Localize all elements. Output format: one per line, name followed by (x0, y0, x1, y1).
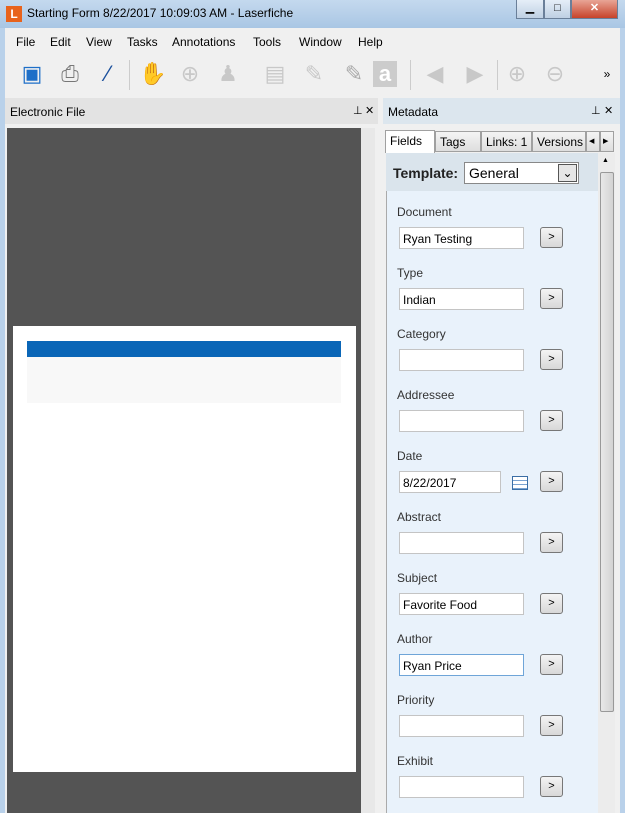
add-icon[interactable]: ⊕ (502, 59, 532, 89)
pan-hand-icon[interactable]: ✋ (138, 59, 168, 89)
highlighter-icon[interactable]: ✎ (299, 59, 329, 89)
toolbar-separator (497, 60, 498, 90)
subject-field[interactable]: Favorite Food (399, 593, 524, 615)
abstract-label: Abstract (397, 510, 442, 524)
menu-file[interactable]: File (16, 35, 35, 49)
pin-icon[interactable]: ⊥ (353, 104, 363, 117)
menu-tools[interactable]: Tools (253, 35, 281, 49)
toolbar-separator (129, 60, 130, 90)
close-panel-icon[interactable]: ✕ (604, 104, 613, 117)
subject-label: Subject (397, 571, 438, 585)
exhibit-label: Exhibit (397, 754, 434, 768)
minimize-button[interactable]: ▁ (516, 0, 544, 19)
tab-scroll-right-icon[interactable]: ▶ (600, 131, 614, 152)
tab-scroll-left-icon[interactable]: ◀ (586, 131, 600, 152)
subject-options-button[interactable]: > (540, 593, 563, 614)
maximize-button[interactable]: □ (544, 0, 571, 19)
tab-fields[interactable]: Fields (385, 130, 435, 153)
calendar-icon[interactable] (512, 476, 528, 490)
scrollbar-thumb[interactable] (600, 172, 614, 712)
form-section (27, 357, 341, 403)
page-icon[interactable]: ▤ (260, 59, 290, 89)
pen-icon[interactable]: ✎ (339, 59, 369, 89)
tab-versions[interactable]: Versions (532, 131, 586, 152)
addressee-options-button[interactable]: > (540, 410, 563, 431)
type-options-button[interactable]: > (540, 288, 563, 309)
type-field[interactable]: Indian (399, 288, 524, 310)
document-field[interactable]: Ryan Testing (399, 227, 524, 249)
category-field[interactable] (399, 349, 524, 371)
menu-edit[interactable]: Edit (50, 35, 71, 49)
priority-label: Priority (397, 693, 435, 707)
metadata-tabs: Fields Tags Links: 1 Versions ◀ ▶ (385, 130, 615, 153)
form-header-bar (27, 341, 341, 357)
menu-annotations[interactable]: Annotations (172, 35, 235, 49)
date-label: Date (397, 449, 423, 463)
toolbar: ▣ ⎙ ⁄ ✋ ⊕ ♟ ▤ ✎ ✎ a ◀ ▶ ⊕ ⊖ » (5, 54, 620, 94)
author-options-button[interactable]: > (540, 654, 563, 675)
viewer-scrollbar[interactable] (361, 128, 375, 813)
menu-window[interactable]: Window (299, 35, 342, 49)
author-field[interactable]: Ryan Price (399, 654, 524, 676)
previous-icon[interactable]: ◀ (420, 59, 450, 89)
toolbar-overflow-button[interactable]: » (600, 59, 614, 89)
addressee-field[interactable] (399, 410, 524, 432)
tab-links[interactable]: Links: 1 (481, 131, 532, 152)
tab-tags[interactable]: Tags (435, 131, 481, 152)
exhibit-field[interactable] (399, 776, 524, 798)
window-title: Starting Form 8/22/2017 10:09:03 AM - La… (27, 6, 294, 20)
metadata-panel-header: Metadata ⊥ ✕ (383, 98, 620, 124)
laserfiche-app-icon: L (6, 6, 22, 22)
date-options-button[interactable]: > (540, 471, 563, 492)
category-label: Category (397, 327, 446, 341)
template-label: Template: (393, 165, 459, 181)
remove-icon[interactable]: ⊖ (540, 59, 570, 89)
addressee-label: Addressee (397, 388, 455, 402)
close-panel-icon[interactable]: ✕ (365, 104, 374, 117)
abstract-options-button[interactable]: > (540, 532, 563, 553)
exhibit-options-button[interactable]: > (540, 776, 563, 797)
category-options-button[interactable]: > (540, 349, 563, 370)
joystick-icon[interactable]: ♟ (213, 59, 243, 89)
menu-tasks[interactable]: Tasks (127, 35, 158, 49)
author-label: Author (397, 632, 433, 646)
template-value: General (469, 165, 519, 181)
chevron-down-icon[interactable]: ⌄ (558, 164, 577, 182)
date-field[interactable]: 8/22/2017 (399, 471, 501, 493)
menu-help[interactable]: Help (358, 35, 383, 49)
panel-title: Electronic File (10, 105, 86, 119)
toolbar-separator (410, 60, 411, 90)
next-icon[interactable]: ▶ (460, 59, 490, 89)
template-select[interactable]: General ⌄ (464, 162, 579, 184)
document-options-button[interactable]: > (540, 227, 563, 248)
menu-view[interactable]: View (86, 35, 112, 49)
electronic-file-panel-header: Electronic File ⊥ ✕ (5, 98, 378, 124)
print-icon[interactable]: ⎙ (55, 59, 85, 89)
pin-icon[interactable]: ⊥ (591, 104, 601, 117)
menu-bar: File Edit View Tasks Annotations Tools W… (5, 30, 620, 54)
abstract-field[interactable] (399, 532, 524, 554)
scroll-up-icon[interactable]: ▲ (602, 157, 609, 164)
close-button[interactable]: ✕ (571, 0, 618, 19)
document-label: Document (397, 205, 452, 219)
text-annotation-icon[interactable]: a (373, 61, 397, 87)
priority-field[interactable] (399, 715, 524, 737)
priority-options-button[interactable]: > (540, 715, 563, 736)
scan-icon[interactable]: ⁄ (93, 59, 123, 89)
save-icon[interactable]: ▣ (17, 59, 47, 89)
panel-title: Metadata (388, 105, 439, 119)
type-label: Type (397, 266, 424, 280)
zoom-icon[interactable]: ⊕ (175, 59, 205, 89)
